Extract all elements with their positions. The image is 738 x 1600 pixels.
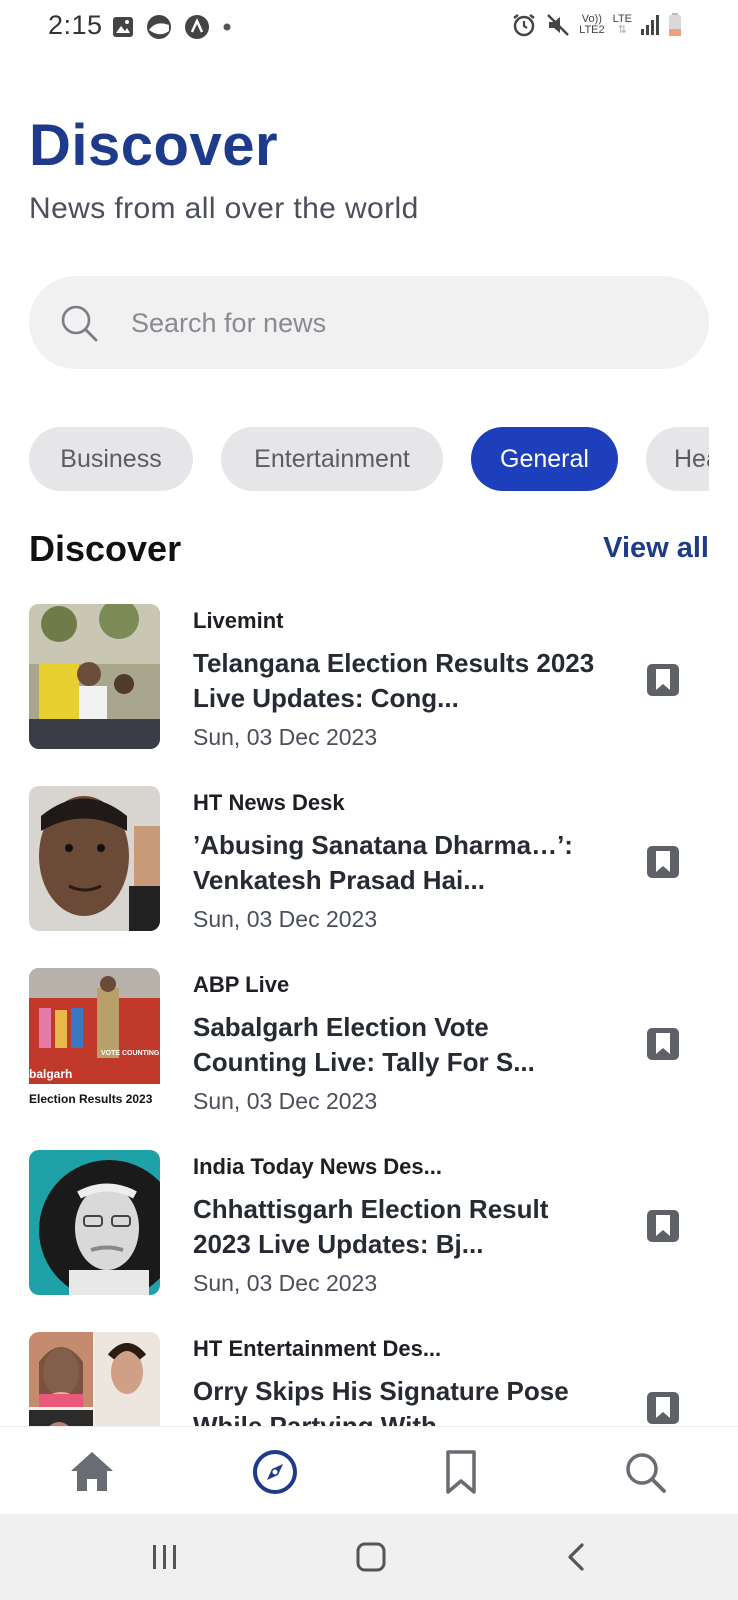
news-list: Livemint Telangana Election Results 2023… xyxy=(0,598,738,1426)
news-headline[interactable]: Sabalgarh Election Vote Counting Live: T… xyxy=(193,1010,603,1080)
thumbnail-tag: VOTE COUNTING xyxy=(101,1050,160,1057)
status-left-icons xyxy=(112,14,232,40)
nav-home[interactable] xyxy=(67,1447,117,1497)
news-item[interactable]: Livemint Telangana Election Results 2023… xyxy=(0,598,738,780)
news-item[interactable]: India Today News Des... Chhattisgarh Ele… xyxy=(0,1144,738,1326)
news-date: Sun, 03 Dec 2023 xyxy=(193,1270,378,1296)
news-source: HT Entertainment Des... xyxy=(193,1336,442,1361)
news-source: HT News Desk xyxy=(193,790,345,815)
news-headline[interactable]: ’Abusing Sanatana Dharma…’: Venkatesh Pr… xyxy=(193,828,603,898)
lte-arrows-icon: ⇅ xyxy=(617,24,627,36)
chip-business[interactable]: Business xyxy=(29,427,193,491)
system-nav-bar xyxy=(0,1514,738,1600)
page-subtitle: News from all over the world xyxy=(29,192,419,225)
lte-icon: LTE ⇅ xyxy=(613,14,632,36)
view-all-link[interactable]: View all xyxy=(603,532,709,565)
nav-bookmarks[interactable] xyxy=(436,1447,486,1497)
volte-sub: LTE2 xyxy=(579,24,605,36)
chip-health[interactable]: Hea xyxy=(646,427,709,491)
thumbnail-place: balgarh xyxy=(29,1067,73,1081)
compass-icon xyxy=(253,1450,297,1494)
home-icon xyxy=(71,1452,113,1491)
news-source: ABP Live xyxy=(193,972,290,997)
status-time: 2:15 xyxy=(48,10,103,40)
status-bar: 2:15 Vo)) LTE2 LTE ⇅ xyxy=(0,0,738,54)
back-icon[interactable] xyxy=(560,1540,594,1574)
news-thumbnail xyxy=(29,1332,160,1426)
assistant-icon xyxy=(185,15,209,39)
nav-search[interactable] xyxy=(620,1447,670,1497)
page-title: Discover xyxy=(29,113,279,178)
chip-entertainment[interactable]: Entertainment xyxy=(221,427,443,491)
search-bar[interactable] xyxy=(29,276,709,369)
bookmark-icon[interactable] xyxy=(645,662,681,698)
app-icon xyxy=(147,15,171,39)
news-source: Livemint xyxy=(193,608,284,633)
news-item[interactable]: HT News Desk ’Abusing Sanatana Dharma…’:… xyxy=(0,780,738,962)
news-item[interactable]: VOTE COUNTING balgarh Election Results 2… xyxy=(0,962,738,1144)
news-date: Sun, 03 Dec 2023 xyxy=(193,724,378,750)
gallery-icon xyxy=(113,17,133,37)
bottom-nav xyxy=(0,1426,738,1515)
nav-discover[interactable] xyxy=(250,1447,300,1497)
bookmark-icon[interactable] xyxy=(645,1208,681,1244)
bookmark-icon xyxy=(446,1450,476,1494)
news-date: Sun, 03 Dec 2023 xyxy=(193,1088,378,1114)
news-source: India Today News Des... xyxy=(193,1154,442,1179)
news-headline[interactable]: Orry Skips His Signature Pose While Part… xyxy=(193,1374,603,1426)
news-date: Sun, 03 Dec 2023 xyxy=(193,906,378,932)
search-icon xyxy=(626,1453,666,1493)
chip-general[interactable]: General xyxy=(471,427,618,491)
news-thumbnail: VOTE COUNTING balgarh Election Results 2… xyxy=(29,968,160,1113)
volte-icon: Vo)) LTE2 xyxy=(579,14,604,36)
mute-icon xyxy=(547,14,570,36)
signal-icon xyxy=(641,15,659,35)
news-thumbnail xyxy=(29,1150,160,1295)
alarm-icon xyxy=(513,14,535,37)
thumbnail-caption: Election Results 2023 xyxy=(29,1092,153,1106)
bookmark-icon[interactable] xyxy=(645,844,681,880)
battery-icon xyxy=(669,13,681,36)
search-input[interactable] xyxy=(129,296,673,350)
news-thumbnail xyxy=(29,786,160,931)
bookmark-icon[interactable] xyxy=(645,1390,681,1426)
bookmark-icon[interactable] xyxy=(645,1026,681,1062)
news-headline[interactable]: Telangana Election Results 2023 Live Upd… xyxy=(193,646,603,716)
status-right-icons: Vo)) LTE2 LTE ⇅ xyxy=(511,12,682,38)
news-thumbnail xyxy=(29,604,160,749)
home-button-icon[interactable] xyxy=(354,1540,388,1574)
news-item[interactable]: HT Entertainment Des... Orry Skips His S… xyxy=(0,1326,738,1426)
dot-icon xyxy=(223,23,231,31)
recent-apps-icon[interactable] xyxy=(148,1540,182,1574)
category-chips: Business Entertainment General Hea xyxy=(29,427,709,493)
search-icon xyxy=(61,305,98,342)
news-headline[interactable]: Chhattisgarh Election Result 2023 Live U… xyxy=(193,1192,603,1262)
section-title: Discover xyxy=(29,528,182,569)
